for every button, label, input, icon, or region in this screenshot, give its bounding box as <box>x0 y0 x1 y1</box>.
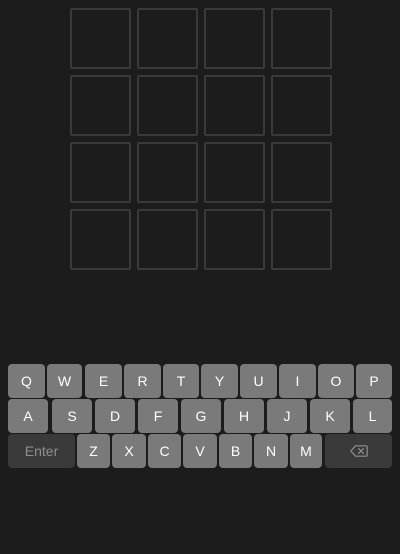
key-i[interactable]: I <box>279 364 316 398</box>
board-tile <box>204 142 265 203</box>
key-b[interactable]: B <box>219 434 252 468</box>
keyboard-row-1: Q W E R T Y U I O P <box>8 364 392 398</box>
board-tile <box>70 75 131 136</box>
board-tile <box>137 209 198 270</box>
key-w[interactable]: W <box>47 364 82 398</box>
board-tile <box>137 142 198 203</box>
key-h[interactable]: H <box>224 399 264 433</box>
enter-key[interactable]: Enter <box>8 434 75 468</box>
board-tile <box>137 8 198 69</box>
key-f[interactable]: F <box>138 399 178 433</box>
key-r[interactable]: R <box>124 364 161 398</box>
key-q[interactable]: Q <box>8 364 45 398</box>
key-n[interactable]: N <box>254 434 288 468</box>
key-g[interactable]: G <box>181 399 221 433</box>
board-tile <box>137 75 198 136</box>
key-x[interactable]: X <box>112 434 146 468</box>
board-tile <box>204 209 265 270</box>
key-u[interactable]: U <box>240 364 277 398</box>
board-tile <box>271 209 332 270</box>
backspace-key[interactable] <box>325 434 392 468</box>
on-screen-keyboard: Q W E R T Y U I O P A S D F G H J K L En… <box>8 364 392 469</box>
board-tile <box>70 8 131 69</box>
game-board <box>70 8 332 270</box>
key-v[interactable]: V <box>183 434 217 468</box>
board-tile <box>70 142 131 203</box>
key-s[interactable]: S <box>52 399 92 433</box>
key-y[interactable]: Y <box>201 364 238 398</box>
key-e[interactable]: E <box>85 364 122 398</box>
key-d[interactable]: D <box>95 399 135 433</box>
board-tile <box>70 209 131 270</box>
board-tile <box>204 75 265 136</box>
key-j[interactable]: J <box>267 399 307 433</box>
board-tile <box>204 8 265 69</box>
key-p[interactable]: P <box>356 364 392 398</box>
key-l[interactable]: L <box>353 399 392 433</box>
backspace-icon <box>349 445 368 457</box>
key-m[interactable]: M <box>290 434 322 468</box>
board-tile <box>271 142 332 203</box>
key-t[interactable]: T <box>163 364 199 398</box>
key-o[interactable]: O <box>318 364 354 398</box>
board-tile <box>271 8 332 69</box>
board-tile <box>271 75 332 136</box>
keyboard-row-3: Enter Z X C V B N M <box>8 434 392 468</box>
key-a[interactable]: A <box>8 399 48 433</box>
key-k[interactable]: K <box>310 399 350 433</box>
key-z[interactable]: Z <box>77 434 110 468</box>
game-app: Q W E R T Y U I O P A S D F G H J K L En… <box>0 0 400 554</box>
key-c[interactable]: C <box>148 434 181 468</box>
keyboard-row-2: A S D F G H J K L <box>8 399 392 433</box>
